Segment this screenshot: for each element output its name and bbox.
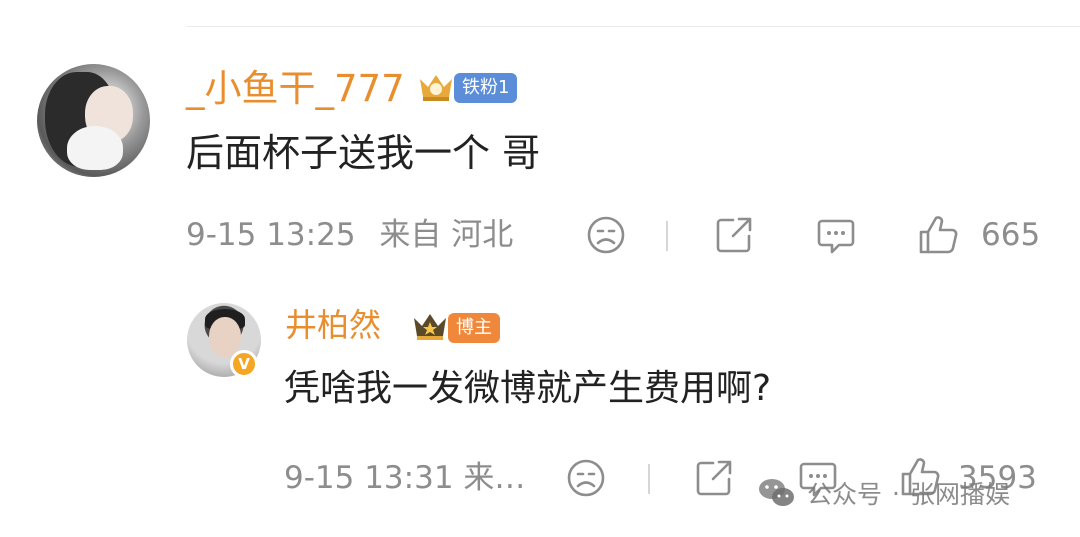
separator xyxy=(666,221,668,251)
comment-meta: 9-15 13:25 来自 河北 xyxy=(186,220,513,251)
share-icon[interactable] xyxy=(693,457,735,499)
comment-location: 来自 河北 xyxy=(379,217,514,253)
avatar[interactable] xyxy=(37,64,150,177)
watermark-label: 公众号 xyxy=(807,480,883,509)
reply-meta: 9-15 13:31 来… xyxy=(284,460,526,496)
watermark-dot: · xyxy=(892,478,900,508)
weibo-comment-thread: _小鱼干_777 铁粉1 后面杯子送我一个 哥 9-15 13:25 来自 河北 xyxy=(0,0,1080,537)
share-icon[interactable] xyxy=(713,214,755,256)
dislike-face-icon[interactable] xyxy=(565,457,607,499)
crown-icon xyxy=(410,310,450,344)
dislike-face-icon[interactable] xyxy=(585,214,627,256)
like-count: 665 xyxy=(981,217,1041,253)
comment-text: 后面杯子送我一个 哥 xyxy=(186,131,541,175)
separator xyxy=(648,464,650,494)
watermark: 公众号 · 张网播娱 xyxy=(757,471,1010,515)
divider xyxy=(186,26,1080,27)
reply-username[interactable]: 井柏然 xyxy=(285,309,381,341)
wechat-icon xyxy=(757,476,797,510)
thumbs-up-icon[interactable] xyxy=(916,213,960,257)
comment-username[interactable]: _小鱼干_777 xyxy=(186,70,405,107)
verified-icon: V xyxy=(230,350,258,378)
blogger-badge: 博主 xyxy=(448,313,500,343)
watermark-name: 张网播娱 xyxy=(909,480,1010,509)
reply-text: 凭啥我一发微博就产生费用啊? xyxy=(284,368,772,409)
fan-level-badge: 铁粉1 xyxy=(454,73,518,103)
comment-icon[interactable] xyxy=(815,215,857,257)
comment-time: 9-15 13:25 xyxy=(186,217,356,253)
crown-icon xyxy=(416,69,456,103)
